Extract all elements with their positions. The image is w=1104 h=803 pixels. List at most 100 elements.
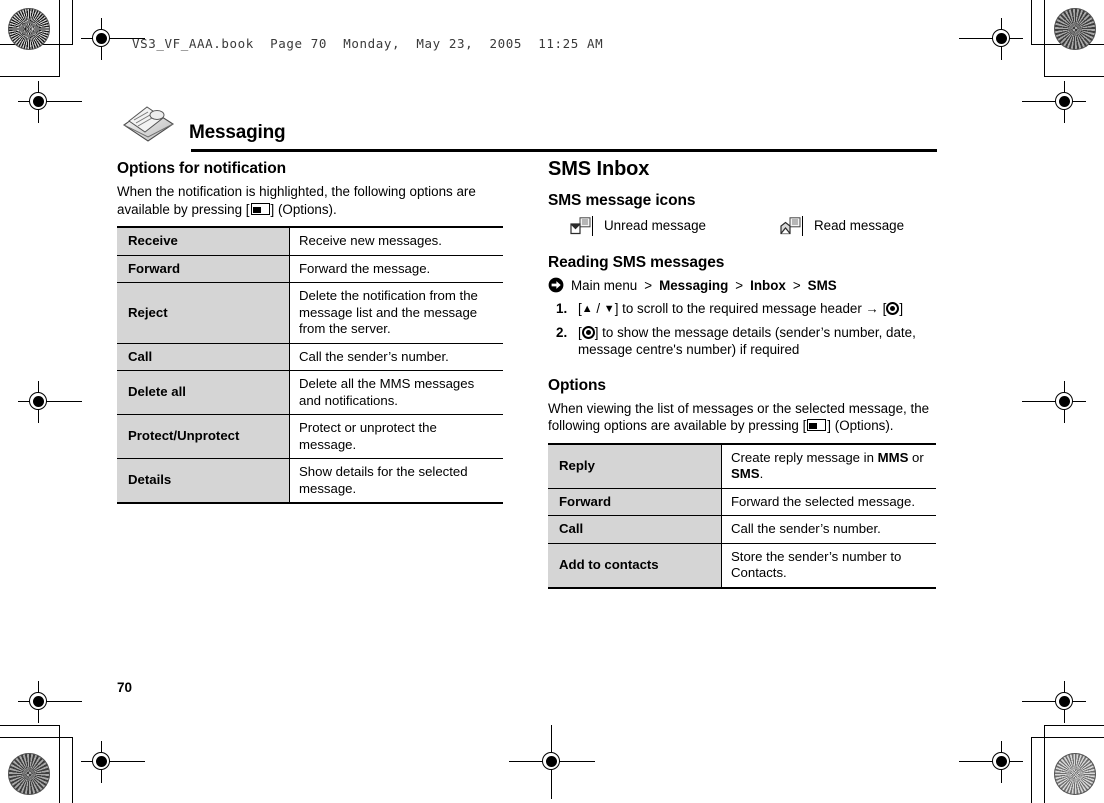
up-arrow-key-icon: ▲ xyxy=(581,303,593,315)
table-row: Call Call the sender’s number. xyxy=(548,515,936,543)
registration-crosshair xyxy=(18,81,82,123)
nav-segment-sms: SMS xyxy=(807,277,837,293)
reading-steps-list: 1. [▲ / ▼] to scroll to the required mes… xyxy=(548,300,936,359)
chapter-title: Messaging xyxy=(189,122,286,143)
crop-line xyxy=(72,0,73,45)
left-column: Options for notification When the notifi… xyxy=(117,160,503,504)
option-name: Forward xyxy=(117,254,290,283)
registration-crosshair xyxy=(18,681,82,723)
nav-segment-messaging: Messaging xyxy=(659,277,729,293)
registration-rosette xyxy=(8,753,50,795)
options-for-notification-heading: Options for notification xyxy=(117,160,286,177)
option-name: Call xyxy=(117,342,290,371)
table-row: Call Call the sender’s number. xyxy=(117,342,503,371)
table-row: Delete all Delete all the MMS messages a… xyxy=(117,370,503,415)
navigation-path: Main menu > Messaging > Inbox > SMS xyxy=(548,277,936,293)
option-name: Reject xyxy=(117,282,290,343)
step-text-part: / xyxy=(592,301,604,316)
sms-inbox-heading: SMS Inbox xyxy=(548,158,650,180)
arrow-circle-right-icon xyxy=(548,277,564,293)
option-name: Reply xyxy=(548,443,722,488)
unread-message-envelope-icon xyxy=(570,217,592,235)
options-for-notification-intro: When the notification is highlighted, th… xyxy=(117,183,503,218)
nav-separator: > xyxy=(792,277,801,293)
option-name: Receive xyxy=(117,227,290,255)
crop-line xyxy=(0,44,72,45)
option-desc-emphasis: MMS xyxy=(877,449,909,465)
options-intro: When viewing the list of messages or the… xyxy=(548,400,936,435)
option-name: Delete all xyxy=(117,370,290,415)
option-description: Forward the message. xyxy=(289,254,503,283)
step-text-part: ] to show the message details (sender’s … xyxy=(578,324,916,358)
crop-line xyxy=(1044,725,1045,803)
list-item: 2. [] to show the message details (sende… xyxy=(548,324,936,359)
registration-crosshair xyxy=(959,18,1023,60)
softkey-options-icon xyxy=(250,202,270,215)
sms-message-icons-heading: SMS message icons xyxy=(548,192,696,209)
option-name: Forward xyxy=(548,487,722,516)
option-description: Call the sender’s number. xyxy=(289,342,503,371)
nav-segment-main-menu: Main menu xyxy=(571,277,638,293)
registration-crosshair xyxy=(509,725,595,799)
crop-line xyxy=(0,725,60,726)
center-select-key-icon xyxy=(581,325,595,339)
option-description: Show details for the selected message. xyxy=(289,458,503,503)
options-heading: Options xyxy=(548,376,606,394)
table-row: Reject Delete the notification from the … xyxy=(117,282,503,343)
option-desc-part: or xyxy=(908,449,924,465)
option-name: Add to contacts xyxy=(548,542,722,588)
registration-crosshair xyxy=(1022,681,1086,723)
table-row: Forward Forward the message. xyxy=(117,254,503,283)
step-number: 1. xyxy=(556,301,568,316)
crop-line xyxy=(1044,0,1045,77)
nav-separator: > xyxy=(644,277,653,293)
table-row: Reply Create reply message in MMS or SMS… xyxy=(548,443,937,489)
list-item: 1. [▲ / ▼] to scroll to the required mes… xyxy=(548,300,936,319)
nav-segment-inbox: Inbox xyxy=(750,277,786,293)
registration-crosshair xyxy=(18,381,82,423)
option-description: Receive new messages. xyxy=(299,233,442,248)
table-row: Forward Forward the selected message. xyxy=(548,487,936,516)
crop-line xyxy=(1031,0,1032,45)
book-file-header: VS3_VF_AAA.book Page 70 Monday, May 23, … xyxy=(132,36,604,51)
crop-line xyxy=(59,0,60,77)
table-row: Protect/Unprotect Protect or unprotect t… xyxy=(117,414,503,459)
option-description: Call the sender’s number. xyxy=(721,515,936,543)
step-text: [] to show the message details (sender’s… xyxy=(578,324,936,359)
option-name: Call xyxy=(548,515,722,543)
option-desc-part: Create reply message in xyxy=(731,449,878,465)
step-number: 2. xyxy=(556,324,568,340)
crop-line xyxy=(1044,76,1104,77)
read-message-envelope-icon xyxy=(780,217,802,235)
intro-text-after: ] (Options). xyxy=(270,201,337,217)
crop-line xyxy=(1032,737,1104,738)
softkey-options-icon xyxy=(807,419,827,431)
down-arrow-key-icon: ▼ xyxy=(603,303,615,315)
chapter-rule xyxy=(191,149,937,152)
legend-item-read: Read message xyxy=(780,216,904,236)
legend-label-unread: Unread message xyxy=(592,216,706,236)
crop-line xyxy=(59,725,60,803)
crop-line xyxy=(72,737,73,803)
page-number: 70 xyxy=(117,680,133,695)
crop-line xyxy=(0,737,72,738)
option-name: Details xyxy=(117,458,290,503)
crop-line xyxy=(0,76,60,77)
nav-separator: > xyxy=(735,277,744,293)
step-text-part: ] to scroll to the required message head… xyxy=(614,301,887,316)
crop-line xyxy=(1032,44,1104,45)
center-select-key-icon xyxy=(886,302,900,315)
legend-item-unread: Unread message xyxy=(570,216,706,236)
option-description: Store the sender’s number to Contacts. xyxy=(721,542,936,588)
table-row: Add to contacts Store the sender’s numbe… xyxy=(548,542,936,588)
option-description: Delete the notification from the message… xyxy=(289,282,503,343)
registration-crosshair xyxy=(81,18,145,60)
option-description: Create reply message in MMS or SMS. xyxy=(722,444,937,489)
option-description: Delete all the MMS messages and notifica… xyxy=(289,370,503,415)
option-description: Forward the selected message. xyxy=(721,487,936,516)
crop-line xyxy=(1044,725,1104,726)
option-desc-part: . xyxy=(759,466,764,481)
registration-rosette xyxy=(8,8,50,50)
registration-rosette xyxy=(1054,753,1096,795)
registration-crosshair xyxy=(1022,381,1086,423)
